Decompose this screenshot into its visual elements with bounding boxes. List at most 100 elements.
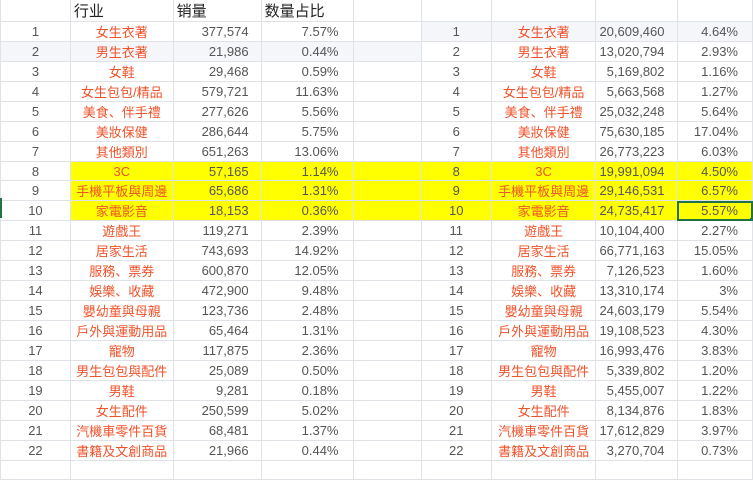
row-number-cell[interactable]: 6 [0, 121, 71, 142]
share-cell[interactable]: 2.39% [260, 220, 354, 241]
empty-cell[interactable] [352, 460, 422, 480]
category-cell[interactable]: 其他類別 [490, 141, 597, 162]
category-cell[interactable]: 男生衣著 [490, 41, 597, 62]
share-cell[interactable]: 13.06% [260, 141, 354, 162]
sales-cell[interactable]: 5,169,802 [595, 61, 678, 82]
share-cell[interactable]: 3.83% [676, 340, 753, 361]
sales-cell[interactable]: 16,993,476 [595, 340, 678, 361]
category-cell[interactable]: 其他類別 [69, 141, 174, 162]
sales-cell[interactable]: 3,270,704 [595, 440, 678, 461]
row-number-cell[interactable]: 15 [420, 300, 492, 321]
share-cell[interactable]: 4.50% [676, 161, 753, 181]
category-cell[interactable]: 男生衣著 [69, 41, 174, 62]
cell[interactable] [595, 0, 678, 22]
row-number-cell[interactable]: 2 [420, 41, 492, 62]
empty-cell[interactable] [490, 460, 597, 480]
category-cell[interactable]: 美妝保健 [69, 121, 174, 142]
share-cell[interactable]: 0.36% [260, 200, 354, 221]
sales-cell[interactable]: 65,464 [172, 320, 262, 341]
category-cell[interactable]: 服務、票券 [490, 260, 597, 281]
category-cell[interactable]: 汽機車零件百貨 [69, 420, 174, 441]
sales-cell[interactable]: 29,146,531 [595, 180, 678, 201]
cell[interactable] [0, 0, 71, 22]
empty-cell[interactable] [676, 460, 753, 480]
share-cell[interactable]: 1.31% [260, 320, 354, 341]
empty-cell[interactable] [352, 41, 422, 62]
share-cell[interactable]: 3.97% [676, 420, 753, 441]
share-cell[interactable]: 0.18% [260, 380, 354, 401]
share-cell[interactable]: 4.30% [676, 320, 753, 341]
sales-cell[interactable]: 743,693 [172, 240, 262, 261]
row-number-cell[interactable]: 6 [420, 121, 492, 142]
row-number-cell[interactable]: 18 [0, 360, 71, 381]
sales-cell[interactable]: 24,603,179 [595, 300, 678, 321]
share-cell[interactable]: 0.44% [260, 41, 354, 62]
empty-cell[interactable] [595, 460, 678, 480]
empty-cell[interactable] [0, 460, 71, 480]
share-cell[interactable]: 2.93% [676, 41, 753, 62]
sales-cell[interactable]: 651,263 [172, 141, 262, 162]
category-cell[interactable]: 書籍及文創商品 [69, 440, 174, 461]
sales-cell[interactable]: 119,271 [172, 220, 262, 241]
sales-cell[interactable]: 579,721 [172, 81, 262, 102]
category-cell[interactable]: 美食、伴手禮 [490, 101, 597, 122]
category-cell[interactable]: 女鞋 [490, 61, 597, 82]
share-cell[interactable]: 1.27% [676, 81, 753, 102]
row-number-cell[interactable]: 10 [0, 200, 71, 221]
row-number-cell[interactable]: 18 [420, 360, 492, 381]
cell[interactable] [490, 0, 597, 22]
sales-cell[interactable]: 25,089 [172, 360, 262, 381]
sales-cell[interactable]: 123,736 [172, 300, 262, 321]
sales-cell[interactable]: 19,108,523 [595, 320, 678, 341]
share-cell[interactable]: 5.64% [676, 101, 753, 122]
sales-cell[interactable]: 24,735,417 [595, 200, 678, 221]
share-cell[interactable]: 2.36% [260, 340, 354, 361]
sales-cell[interactable]: 8,134,876 [595, 400, 678, 421]
category-cell[interactable]: 戶外與運動用品 [490, 320, 597, 341]
row-number-cell[interactable]: 3 [0, 61, 71, 82]
empty-cell[interactable] [420, 460, 492, 480]
row-number-cell[interactable]: 14 [420, 280, 492, 301]
empty-cell[interactable] [352, 280, 422, 301]
share-cell[interactable]: 12.05% [260, 260, 354, 281]
row-number-cell[interactable]: 12 [420, 240, 492, 261]
sales-cell[interactable]: 286,644 [172, 121, 262, 142]
category-cell[interactable]: 嬰幼童與母親 [490, 300, 597, 321]
category-cell[interactable]: 3C [69, 161, 174, 181]
category-cell[interactable]: 居家生活 [490, 240, 597, 261]
category-cell[interactable]: 手機平板與周邊 [490, 180, 597, 201]
category-cell[interactable]: 遊戲王 [69, 220, 174, 241]
category-cell[interactable]: 美食、伴手禮 [69, 101, 174, 122]
row-number-cell[interactable]: 4 [0, 81, 71, 102]
row-number-cell[interactable]: 20 [420, 400, 492, 421]
empty-cell[interactable] [352, 320, 422, 341]
row-number-cell[interactable]: 5 [420, 101, 492, 122]
category-cell[interactable]: 家電影音 [69, 200, 174, 221]
row-number-cell[interactable]: 16 [0, 320, 71, 341]
row-number-cell[interactable]: 22 [420, 440, 492, 461]
row-number-cell[interactable]: 4 [420, 81, 492, 102]
sales-cell[interactable]: 65,686 [172, 180, 262, 201]
sales-cell[interactable]: 13,020,794 [595, 41, 678, 62]
empty-cell[interactable] [352, 180, 422, 201]
row-number-cell[interactable]: 5 [0, 101, 71, 122]
row-number-cell[interactable]: 21 [420, 420, 492, 441]
empty-cell[interactable] [352, 81, 422, 102]
share-cell[interactable]: 1.22% [676, 380, 753, 401]
empty-cell[interactable] [352, 161, 422, 181]
row-number-cell[interactable]: 21 [0, 420, 71, 441]
share-cell[interactable]: 2.27% [676, 220, 753, 241]
empty-cell[interactable] [352, 400, 422, 421]
sales-cell[interactable]: 18,153 [172, 200, 262, 221]
share-cell[interactable]: 1.37% [260, 420, 354, 441]
empty-cell[interactable] [352, 21, 422, 42]
share-cell[interactable]: 15.05% [676, 240, 753, 261]
category-cell[interactable]: 汽機車零件百貨 [490, 420, 597, 441]
empty-cell[interactable] [352, 220, 422, 241]
empty-cell[interactable] [352, 340, 422, 361]
row-number-cell[interactable]: 8 [0, 161, 71, 181]
category-cell[interactable]: 娛樂、收藏 [490, 280, 597, 301]
row-number-cell[interactable]: 11 [420, 220, 492, 241]
share-cell[interactable]: 0.50% [260, 360, 354, 381]
share-cell[interactable]: 1.31% [260, 180, 354, 201]
